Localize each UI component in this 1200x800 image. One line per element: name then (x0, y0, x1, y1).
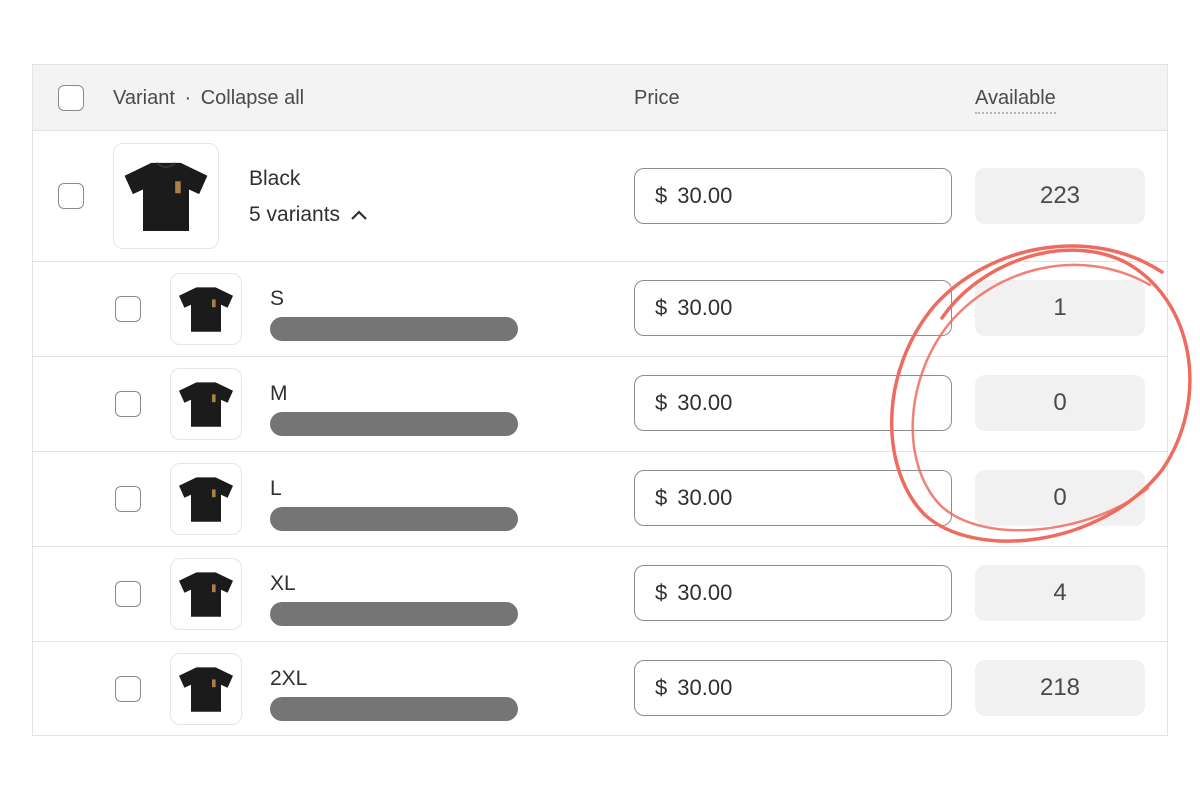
tshirt-icon (124, 162, 208, 231)
variant-price-input[interactable]: $ 30.00 (634, 470, 952, 526)
variant-row[interactable]: L $ 30.00 0 (33, 452, 1167, 547)
variant-row[interactable]: XL $ 30.00 4 (33, 547, 1167, 642)
available-header[interactable]: Available (975, 87, 1056, 114)
variant-price-input[interactable]: $ 30.00 (634, 280, 952, 336)
variant-header-label: Variant (113, 87, 175, 109)
variant-name: S (270, 287, 285, 310)
variant-available-field[interactable]: 4 (975, 565, 1145, 621)
variant-thumbnail[interactable] (170, 463, 242, 535)
variant-group-row[interactable]: Black 5 variants $ 30.00 223 (33, 131, 1167, 262)
price-value: 30.00 (677, 675, 733, 700)
variant-thumbnail[interactable] (170, 653, 242, 725)
currency-symbol: $ (655, 580, 668, 605)
collapse-all-link[interactable]: Collapse all (201, 87, 304, 109)
redacted-sku-bar (270, 602, 518, 626)
redacted-sku-bar (270, 697, 518, 721)
price-value: 30.00 (677, 295, 733, 320)
variant-available-field[interactable]: 218 (975, 660, 1145, 716)
variant-row[interactable]: M $ 30.00 0 (33, 357, 1167, 452)
group-price-input[interactable]: $ 30.00 (634, 168, 952, 224)
variants-table: Variant · Collapse all Price Available B… (32, 64, 1168, 736)
variant-thumbnail[interactable] (170, 558, 242, 630)
variant-available-field[interactable]: 1 (975, 280, 1145, 336)
currency-symbol: $ (655, 485, 668, 510)
variant-name: 2XL (270, 667, 308, 690)
tshirt-icon (179, 667, 233, 712)
tshirt-icon (179, 287, 233, 332)
redacted-sku-bar (270, 507, 518, 531)
variant-checkbox[interactable] (115, 391, 141, 417)
variant-checkbox[interactable] (115, 581, 141, 607)
group-available-field[interactable]: 223 (975, 168, 1145, 224)
group-name: Black (249, 167, 301, 190)
variant-header: Variant · Collapse all (113, 87, 304, 110)
variant-thumbnail[interactable] (170, 368, 242, 440)
currency-symbol: $ (655, 390, 668, 415)
tshirt-icon (179, 572, 233, 617)
redacted-sku-bar (270, 412, 518, 436)
price-value: 30.00 (677, 485, 733, 510)
redacted-sku-bar (270, 317, 518, 341)
group-thumbnail[interactable] (113, 143, 219, 249)
price-value: 30.00 (677, 580, 733, 605)
currency-symbol: $ (655, 295, 668, 320)
currency-symbol: $ (655, 183, 668, 208)
variant-price-input[interactable]: $ 30.00 (634, 375, 952, 431)
header-separator: · (184, 87, 192, 109)
variant-name: M (270, 382, 288, 405)
price-value: 30.00 (677, 183, 733, 208)
variant-row[interactable]: 2XL $ 30.00 218 (33, 642, 1167, 735)
variant-checkbox[interactable] (115, 486, 141, 512)
group-checkbox[interactable] (58, 183, 84, 209)
variant-price-input[interactable]: $ 30.00 (634, 660, 952, 716)
variant-available-field[interactable]: 0 (975, 375, 1145, 431)
price-value: 30.00 (677, 390, 733, 415)
variant-name: XL (270, 572, 296, 595)
chevron-up-icon (351, 210, 367, 220)
price-header: Price (634, 87, 680, 109)
variant-thumbnail[interactable] (170, 273, 242, 345)
variant-available-field[interactable]: 0 (975, 470, 1145, 526)
tshirt-icon (179, 477, 233, 522)
currency-symbol: $ (655, 675, 668, 700)
tshirt-icon (179, 382, 233, 427)
variant-name: L (270, 477, 282, 500)
table-header: Variant · Collapse all Price Available (33, 65, 1167, 131)
variants-toggle[interactable]: 5 variants (249, 203, 368, 227)
variant-row[interactable]: S $ 30.00 1 (33, 262, 1167, 357)
variants-count: 5 variants (249, 203, 341, 226)
variant-checkbox[interactable] (115, 296, 141, 322)
variant-checkbox[interactable] (115, 676, 141, 702)
variant-price-input[interactable]: $ 30.00 (634, 565, 952, 621)
select-all-checkbox[interactable] (58, 85, 84, 111)
